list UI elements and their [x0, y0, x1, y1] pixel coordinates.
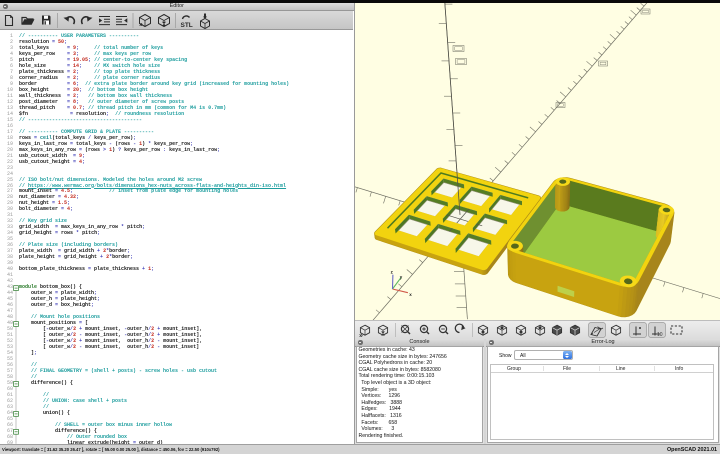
- svg-text:y: y: [400, 274, 403, 279]
- svg-text:STL: STL: [181, 21, 193, 28]
- svg-text:x: x: [409, 292, 412, 297]
- svg-text:»: »: [139, 21, 143, 28]
- svg-text:10: 10: [657, 332, 663, 338]
- svg-text:z: z: [391, 269, 394, 274]
